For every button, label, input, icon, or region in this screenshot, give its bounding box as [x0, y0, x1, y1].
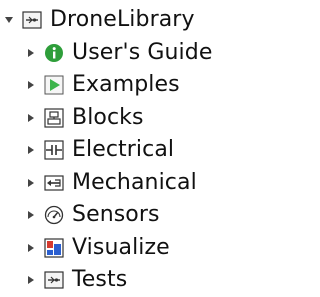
tree-node-tests[interactable]: Tests — [0, 264, 241, 297]
tree-node-mechanical[interactable]: Mechanical — [0, 167, 241, 200]
tree-node-visualize[interactable]: Visualize — [0, 232, 241, 265]
expand-arrow-icon[interactable] — [24, 43, 38, 63]
tree-node-electrical[interactable]: Electrical — [0, 134, 241, 167]
tree-node-label: Examples — [72, 72, 180, 98]
visualize-icon — [43, 237, 65, 259]
expand-arrow-icon[interactable] — [24, 108, 38, 128]
sensor-gauge-icon — [43, 204, 65, 226]
collapse-arrow-icon[interactable] — [2, 10, 16, 30]
blocks-icon — [43, 107, 65, 129]
expand-arrow-icon[interactable] — [24, 140, 38, 160]
expand-arrow-icon[interactable] — [24, 238, 38, 258]
expand-arrow-icon[interactable] — [24, 270, 38, 290]
tree-node-blocks[interactable]: Blocks — [0, 102, 241, 135]
expand-arrow-icon[interactable] — [24, 173, 38, 193]
tree-node-label: Blocks — [72, 104, 144, 130]
tree-node-examples[interactable]: Examples — [0, 69, 241, 102]
library-icon — [21, 9, 43, 31]
play-icon — [43, 74, 65, 96]
info-icon — [43, 42, 65, 64]
tree-node-label: Mechanical — [72, 169, 197, 195]
package-tree: DroneLibrary User's Guide Examples Block… — [0, 4, 241, 297]
tree-node-dronelibrary[interactable]: DroneLibrary — [0, 4, 241, 37]
mechanical-icon — [43, 172, 65, 194]
tree-node-label: Visualize — [72, 234, 170, 260]
tree-node-label: Sensors — [72, 202, 160, 228]
tree-node-label: User's Guide — [72, 39, 213, 65]
expand-arrow-icon[interactable] — [24, 205, 38, 225]
tree-node-label: Tests — [72, 267, 128, 293]
tree-node-users-guide[interactable]: User's Guide — [0, 37, 241, 70]
tests-icon — [43, 269, 65, 291]
tree-node-label: DroneLibrary — [50, 7, 195, 33]
tree-node-sensors[interactable]: Sensors — [0, 199, 241, 232]
tree-node-label: Electrical — [72, 137, 175, 163]
expand-arrow-icon[interactable] — [24, 75, 38, 95]
electrical-icon — [43, 139, 65, 161]
